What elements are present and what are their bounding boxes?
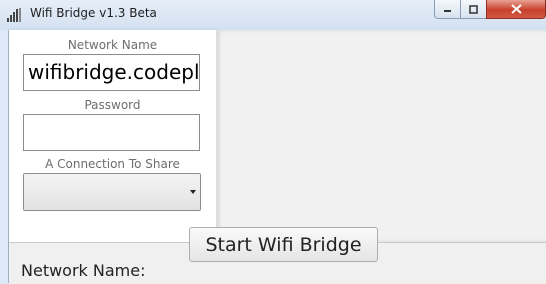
- close-icon: [510, 4, 522, 14]
- maximize-icon: [469, 4, 478, 14]
- password-label: Password: [84, 98, 141, 112]
- minimize-button[interactable]: [434, 0, 461, 19]
- maximize-button[interactable]: [460, 0, 487, 19]
- window-controls: [434, 0, 546, 20]
- window-title: Wifi Bridge v1.3 Beta: [30, 6, 157, 20]
- dropdown-arrow-icon: [190, 190, 196, 194]
- password-input[interactable]: [23, 114, 200, 151]
- start-wifi-bridge-button[interactable]: Start Wifi Bridge: [189, 227, 378, 262]
- settings-panel: Network Name wifibridge.codeple Password…: [9, 30, 216, 242]
- window-client: Network Name wifibridge.codeple Password…: [8, 30, 546, 284]
- log-panel: [217, 30, 546, 242]
- network-name-label: Network Name: [67, 38, 158, 52]
- title-bar[interactable]: Wifi Bridge v1.3 Beta: [0, 0, 546, 30]
- close-button[interactable]: [486, 0, 546, 19]
- status-network-name-label: Network Name:: [21, 261, 146, 280]
- minimize-icon: [444, 9, 451, 12]
- connection-share-label: A Connection To Share: [45, 157, 180, 171]
- signal-bars-icon: [7, 8, 21, 22]
- connection-select[interactable]: [23, 173, 201, 211]
- network-name-input[interactable]: wifibridge.codeple: [23, 54, 200, 91]
